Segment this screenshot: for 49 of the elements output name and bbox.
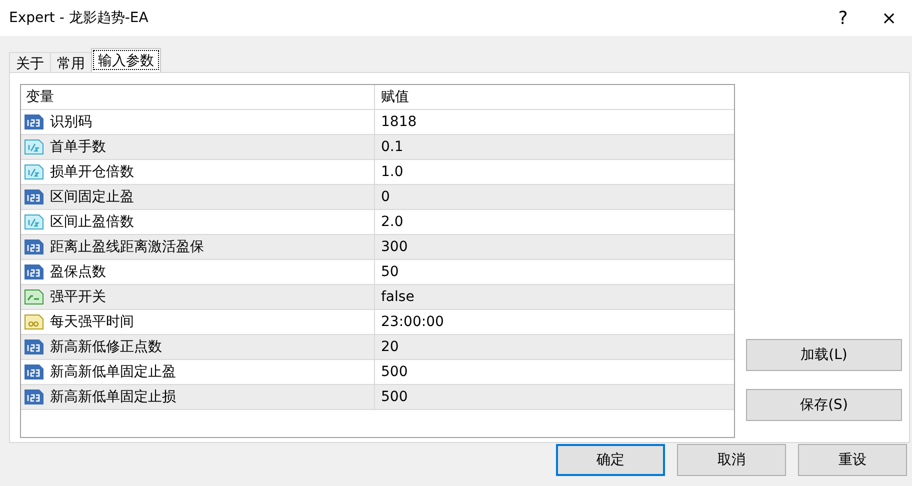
window-title: Expert - 龙影趋势-EA (9, 9, 150, 27)
int-type-icon (24, 238, 44, 256)
bool-type-icon (24, 288, 44, 306)
parameter-name: 新高新低修正点数 (50, 338, 162, 356)
parameter-value[interactable]: 500 (375, 364, 408, 380)
parameter-value[interactable]: 1818 (375, 114, 417, 130)
close-button[interactable]: × (866, 8, 912, 28)
parameter-value[interactable]: 1.0 (375, 164, 404, 180)
parameter-name: 首单手数 (50, 138, 106, 156)
parameter-name: 识别码 (50, 113, 92, 131)
int-type-icon (24, 338, 44, 356)
column-header: 赋值 (380, 88, 409, 106)
parameter-value[interactable]: 2.0 (375, 214, 404, 230)
parameter-value[interactable]: false (375, 289, 414, 305)
help-button[interactable]: ? (820, 8, 866, 28)
parameter-value[interactable]: 20 (375, 339, 399, 355)
int-type-icon (24, 263, 44, 281)
parameter-value[interactable]: 0.1 (375, 139, 404, 155)
dialog-button[interactable]: 加载(L) (746, 339, 902, 371)
dialog-button[interactable]: 重设 (798, 444, 907, 476)
parameter-value[interactable]: 0 (375, 189, 390, 205)
parameter-name: 区间固定止盈 (50, 188, 134, 206)
parameter-value[interactable]: 500 (375, 389, 408, 405)
parameter-value[interactable]: 300 (375, 239, 408, 255)
int-type-icon (24, 388, 44, 406)
parameter-name: 盈保点数 (50, 263, 106, 281)
dialog-button[interactable]: 确定 (556, 444, 665, 476)
parameter-name: 距离止盈线距离激活盈保 (50, 238, 204, 256)
int-type-icon (24, 113, 44, 131)
parameter-name: 强平开关 (50, 288, 106, 306)
parameter-name: 新高新低单固定止盈 (50, 363, 176, 381)
parameter-value[interactable]: 50 (375, 264, 399, 280)
parameter-name: 损单开仓倍数 (50, 163, 134, 181)
tab[interactable]: 常用 (50, 52, 92, 72)
parameter-name: 新高新低单固定止损 (50, 388, 176, 406)
dialog-button[interactable]: 取消 (677, 444, 786, 476)
parameter-value[interactable]: 23:00:00 (375, 314, 444, 330)
tab[interactable]: 输入参数 (91, 48, 161, 72)
double-type-icon (24, 163, 44, 181)
double-type-icon (24, 213, 44, 231)
parameter-name: 区间止盈倍数 (50, 213, 134, 231)
dialog-button[interactable]: 保存(S) (746, 389, 902, 421)
tab[interactable]: 关于 (9, 52, 51, 72)
parameter-name: 每天强平时间 (50, 313, 134, 331)
int-type-icon (24, 188, 44, 206)
double-type-icon (24, 138, 44, 156)
int-type-icon (24, 363, 44, 381)
column-header: 变量 (21, 85, 375, 109)
string-type-icon (24, 313, 44, 331)
